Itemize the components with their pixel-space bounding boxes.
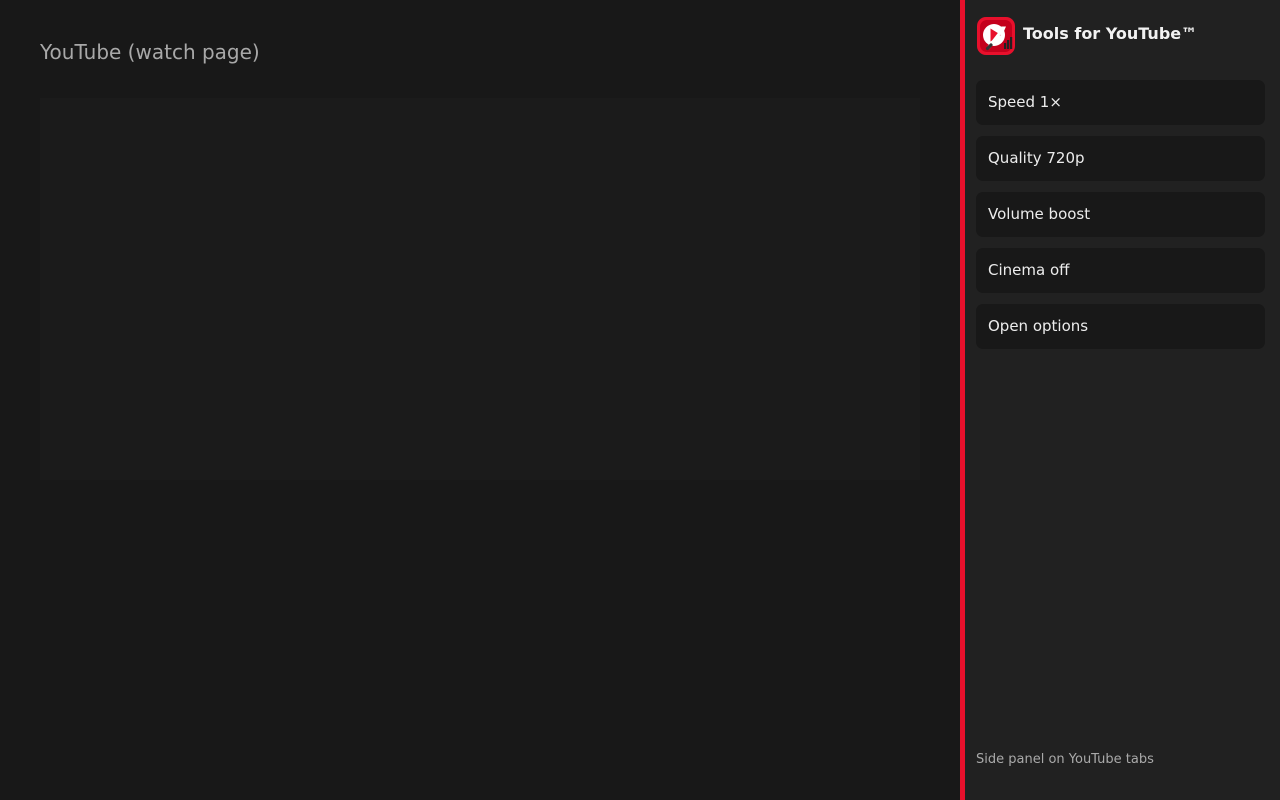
video-player-area[interactable] xyxy=(40,98,920,480)
quality-button[interactable]: Quality 720p xyxy=(976,136,1265,181)
cinema-toggle-button[interactable]: Cinema off xyxy=(976,248,1265,293)
panel-header: Tools for YouTube™ xyxy=(977,16,1197,56)
tool-list: Speed 1× Quality 720p Volume boost Cinem… xyxy=(976,80,1265,360)
page: YouTube (watch page) Tools for YouTube™ … xyxy=(0,0,1280,800)
youtube-tools-icon xyxy=(977,17,1015,55)
open-options-button[interactable]: Open options xyxy=(976,304,1265,349)
speed-button[interactable]: Speed 1× xyxy=(976,80,1265,125)
panel-footer-note: Side panel on YouTube tabs xyxy=(976,752,1154,767)
tools-side-panel: Tools for YouTube™ Speed 1× Quality 720p… xyxy=(960,0,1280,800)
volume-boost-button[interactable]: Volume boost xyxy=(976,192,1265,237)
youtube-watch-page: YouTube (watch page) xyxy=(0,0,960,800)
panel-title: Tools for YouTube™ xyxy=(1023,23,1198,43)
page-title: YouTube (watch page) xyxy=(40,40,260,64)
